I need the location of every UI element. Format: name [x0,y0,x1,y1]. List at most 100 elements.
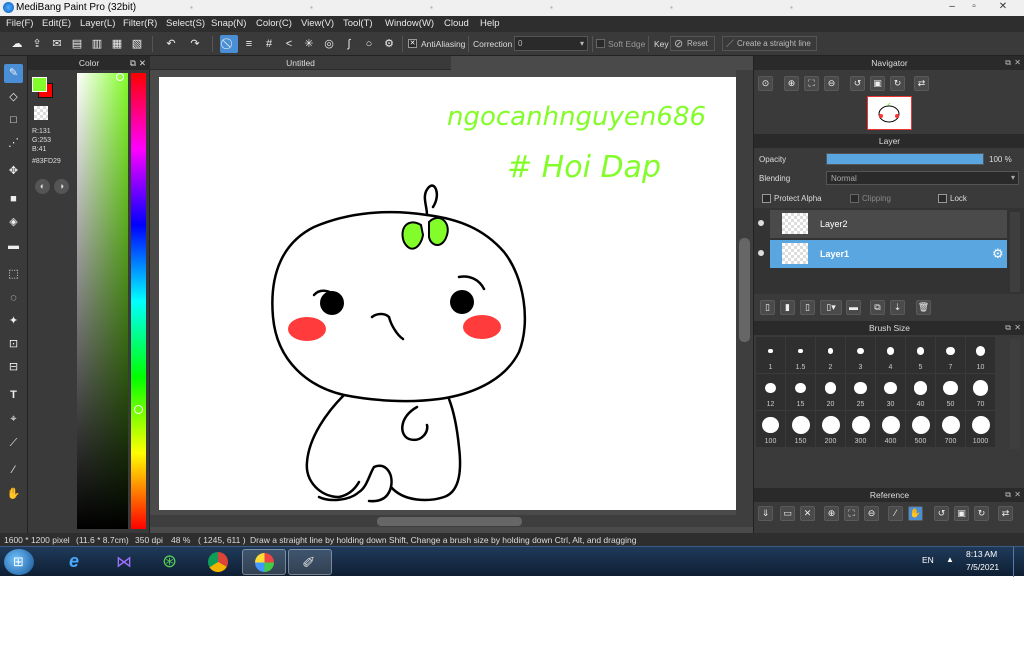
bucket-tool-icon[interactable]: ◈ [4,213,23,232]
folder-icon[interactable]: ▬ [846,300,861,315]
taskbar-paint[interactable]: ✐ [288,549,332,575]
brush-size-cell[interactable]: 150 [786,411,815,447]
snap-vanishing-icon[interactable]: < [280,35,298,53]
taskbar-medibang[interactable] [242,549,286,575]
rotate-left-icon[interactable]: ↺ [934,506,949,521]
menu-color[interactable]: Color(C) [256,18,292,29]
brush-size-cell[interactable]: 1 [756,337,785,373]
rotate-left-icon[interactable]: ↺ [850,76,865,91]
close-icon[interactable]: ✕ [139,56,146,70]
brush-size-cell[interactable]: 1000 [966,411,995,447]
float-icon[interactable]: ⧉ [1005,321,1011,335]
brush-size-cell[interactable]: 7 [936,337,965,373]
visibility-eye-icon[interactable] [758,220,764,226]
brush-size-cell[interactable]: 5 [906,337,935,373]
menu-file[interactable]: File(F) [6,18,33,29]
menu-tool[interactable]: Tool(T) [343,18,373,29]
brush-size-cell[interactable]: 200 [816,411,845,447]
brush-size-cell[interactable]: 50 [936,374,965,410]
fill-rect-tool-icon[interactable]: ■ [4,190,23,209]
snap-concentric-icon[interactable]: ◎ [320,35,338,53]
fit-window-icon[interactable]: ⛶ [844,506,859,521]
menu-edit[interactable]: Edit(E) [42,18,71,29]
zoom-in-icon[interactable]: ⊕ [784,76,799,91]
menu-help[interactable]: Help [480,18,500,29]
rotate-right-icon[interactable]: ↻ [974,506,989,521]
snap-curve-icon[interactable]: ∫ [340,35,358,53]
gradient-tool-icon[interactable]: ▬ [4,237,23,256]
flip-icon[interactable]: ⇄ [914,76,929,91]
chat-icon[interactable]: ▤ [68,35,86,53]
brush-size-cell[interactable]: 40 [906,374,935,410]
snap-settings-icon[interactable]: ⚙ [380,35,398,53]
menu-snap[interactable]: Snap(N) [211,18,246,29]
palette-icon[interactable]: ◐ [35,179,50,194]
snap-radial-icon[interactable]: ✳ [300,35,318,53]
snap-circle-icon[interactable]: ○ [360,35,378,53]
lasso-tool-icon[interactable]: ◌ [4,289,23,308]
new-layer-icon[interactable]: ▯ [760,300,775,315]
minimize-button[interactable]: – [942,1,962,14]
zoom-out-icon[interactable]: ⊖ [864,506,879,521]
soft-edge-checkbox[interactable] [596,39,605,48]
divide-tool-icon[interactable]: ⟋ [4,434,23,453]
menu-view[interactable]: View(V) [301,18,334,29]
brush-size-cell[interactable]: 400 [876,411,905,447]
duplicate-layer-icon[interactable]: ⧉ [870,300,885,315]
operation-tool-icon[interactable]: ⌖ [4,410,23,429]
magic-wand-tool-icon[interactable]: ✦ [4,312,23,331]
taskbar-ie[interactable]: e [56,549,100,575]
rotate-right-icon[interactable]: ↻ [890,76,905,91]
menu-cloud[interactable]: Cloud [444,18,469,29]
close-reference-icon[interactable]: ✕ [800,506,815,521]
brush-size-cell[interactable]: 3 [846,337,875,373]
grid-doc-icon[interactable]: ▦ [108,35,126,53]
menu-layer[interactable]: Layer(L) [80,18,115,29]
eyedropper-tool-icon[interactable]: ⁄ [4,461,23,480]
close-icon[interactable]: ✕ [1014,488,1021,502]
brush-size-cell[interactable]: 30 [876,374,905,410]
brush-size-cell[interactable]: 70 [966,374,995,410]
snap-off-icon[interactable]: ⃠ [220,35,238,53]
layer-row-selected[interactable]: Layer1 ⚙ [758,240,1007,268]
brush-size-cell[interactable]: 25 [846,374,875,410]
dot-tool-icon[interactable]: ⋰ [4,134,23,153]
tray-chevron-up-icon[interactable]: ▲ [946,555,954,564]
add-layer-dropdown-icon[interactable]: ▯▾ [820,300,842,315]
brush-size-cell[interactable]: 20 [816,374,845,410]
vertical-scroll-thumb[interactable] [739,238,750,342]
sv-picker-handle[interactable] [116,73,124,81]
horizontal-scroll-thumb[interactable] [377,517,522,526]
protect-alpha-checkbox[interactable] [762,194,771,203]
reset-view-icon[interactable]: ▣ [870,76,885,91]
clock-time[interactable]: 8:13 AM [966,549,997,559]
brush-tool-icon[interactable]: ✎ [4,64,23,83]
snap-cross-icon[interactable]: # [260,35,278,53]
open-folder-icon[interactable]: ▭ [780,506,795,521]
comment-icon[interactable]: ✉ [48,35,66,53]
brush-size-cell[interactable]: 300 [846,411,875,447]
zoom-out-icon[interactable]: ⊖ [824,76,839,91]
zoom-in-icon[interactable]: ⊕ [824,506,839,521]
taskbar-vs[interactable]: ⋈ [102,549,146,575]
rectangle-tool-icon[interactable]: □ [4,111,23,130]
reset-view-icon[interactable]: ▣ [954,506,969,521]
select-eraser-tool-icon[interactable]: ⊟ [4,358,23,377]
taskbar-chrome[interactable] [196,549,240,575]
brush-size-scrollbar[interactable] [1010,339,1020,449]
new-halftone-layer-icon[interactable]: ▮ [780,300,795,315]
show-desktop-button[interactable] [1013,547,1024,577]
move-tool-icon[interactable]: ✥ [4,162,23,181]
text-tool-icon[interactable]: T [4,386,23,405]
drawing-canvas[interactable]: ngocanhnguyen686 # Hoi Dap [159,77,737,510]
snap-parallel-icon[interactable]: ≡ [240,35,258,53]
cloud-download-icon[interactable]: ⇓ [758,506,773,521]
fit-window-icon[interactable]: ⛶ [804,76,819,91]
antialiasing-checkbox[interactable]: ✕ [408,39,417,48]
language-indicator[interactable]: EN [922,555,934,565]
blending-select[interactable]: Normal ▾ [826,171,1019,185]
float-icon[interactable]: ⧉ [1005,56,1011,70]
taskbar-app[interactable]: ⊛ [150,549,194,575]
zoom-fit-icon[interactable]: ⊙ [758,76,773,91]
visibility-eye-icon[interactable] [758,250,764,256]
